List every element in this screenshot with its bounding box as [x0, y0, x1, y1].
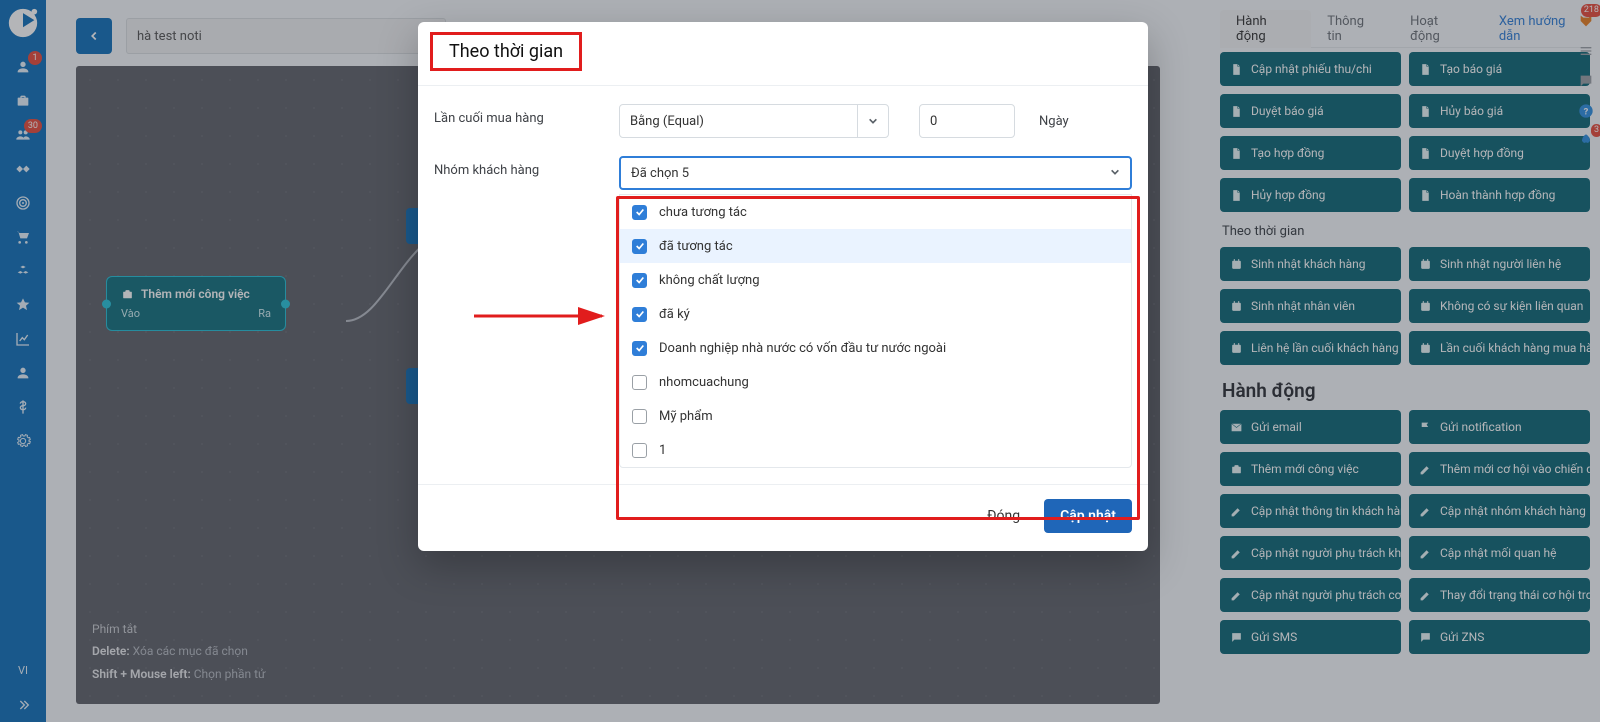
chevron-down-icon [857, 105, 878, 137]
input-days[interactable] [919, 104, 1015, 138]
checkbox-icon [632, 341, 647, 356]
annotation-arrow [474, 304, 614, 332]
label-customer-group: Nhóm khách hàng [434, 156, 619, 178]
modal-time-filter: Theo thời gian Lần cuối mua hàng Bằng (E… [418, 22, 1148, 551]
checkbox-icon [632, 443, 647, 458]
multiselect-option[interactable]: nhomcuachung [620, 365, 1131, 399]
checkbox-icon [632, 307, 647, 322]
modal-title-highlight: Theo thời gian [430, 32, 582, 71]
checkbox-icon [632, 375, 647, 390]
multiselect-option[interactable]: Doanh nghiệp nhà nước có vốn đầu tư nước… [620, 331, 1131, 365]
unit-label: Ngày [1039, 114, 1069, 129]
multiselect-option[interactable]: 1 [620, 433, 1131, 467]
multiselect-option[interactable]: không chất lượng [620, 263, 1131, 297]
multiselect-option[interactable]: đã tương tác [620, 229, 1131, 263]
modal-title: Theo thời gian [449, 41, 563, 62]
checkbox-icon [632, 239, 647, 254]
multiselect-option[interactable]: đã ký [620, 297, 1131, 331]
select-operator[interactable]: Bằng (Equal) [619, 104, 889, 138]
multiselect-header[interactable]: Đã chọn 5 [619, 156, 1132, 190]
multiselect-option[interactable]: chưa tương tác [620, 195, 1131, 229]
checkbox-icon [632, 409, 647, 424]
multiselect-option[interactable]: Mỹ phẩm [620, 399, 1131, 433]
close-button[interactable]: Đóng [971, 499, 1036, 533]
chevron-down-icon [1110, 166, 1120, 181]
update-button[interactable]: Cập nhật [1044, 499, 1132, 533]
multiselect-list[interactable]: chưa tương tácđã tương táckhông chất lượ… [619, 194, 1132, 468]
checkbox-icon [632, 205, 647, 220]
checkbox-icon [632, 273, 647, 288]
label-last-purchase: Lần cuối mua hàng [434, 104, 619, 126]
